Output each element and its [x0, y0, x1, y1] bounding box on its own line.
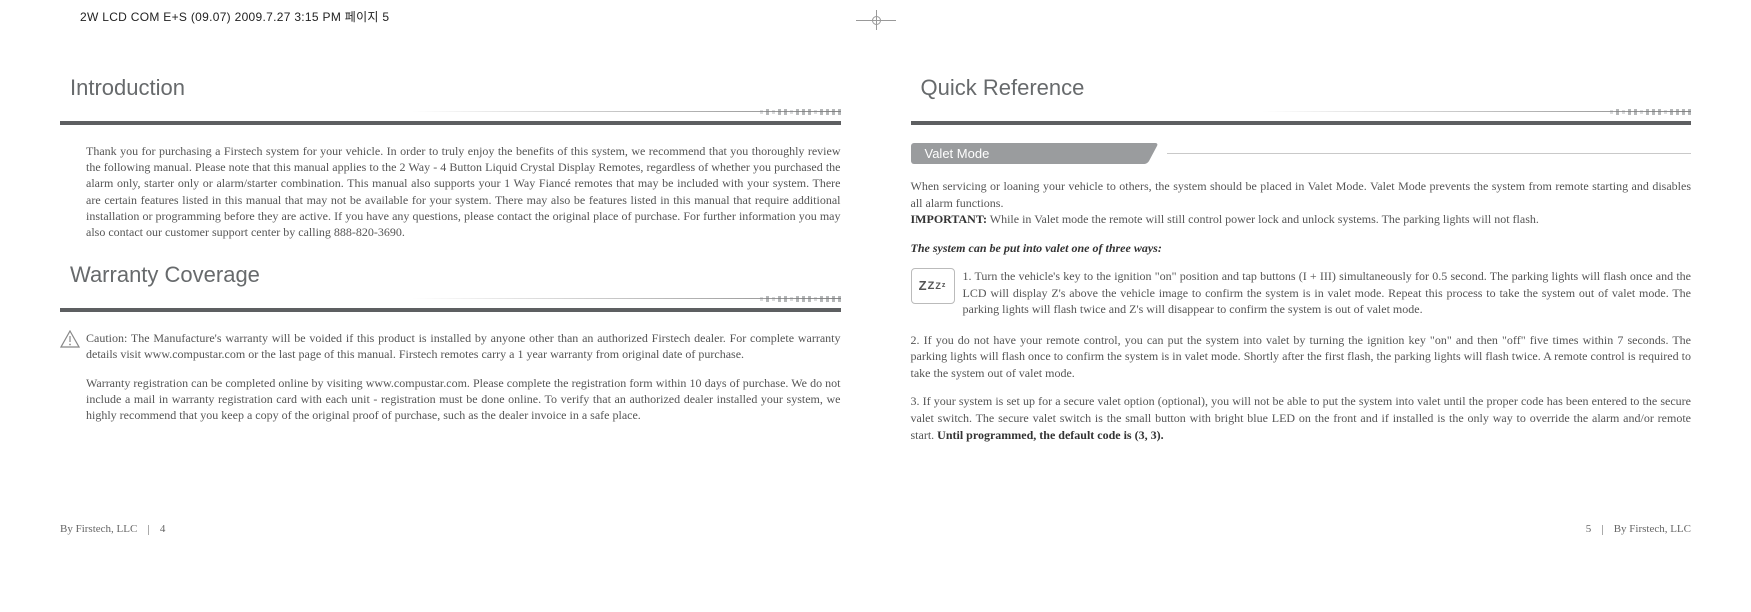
footer-company: By Firstech, LLC	[60, 523, 137, 535]
title-rule	[60, 105, 841, 119]
method-3-text: 3. If your system is set up for a secure…	[911, 393, 1692, 443]
subsection-rule	[1167, 153, 1692, 154]
method-1-text: 1. Turn the vehicle's key to the ignitio…	[963, 268, 1692, 318]
footer-page-number: 4	[160, 523, 166, 535]
page-spread: Introduction Thank you for purchasing a …	[60, 75, 1691, 455]
intro-body: Thank you for purchasing a Firstech syst…	[60, 143, 841, 240]
ways-heading: The system can be put into valet one of …	[911, 240, 1692, 257]
left-page: Introduction Thank you for purchasing a …	[60, 75, 841, 455]
thick-rule	[911, 121, 1692, 125]
zzz-icon: ZZZz	[911, 268, 955, 304]
thick-rule	[60, 308, 841, 312]
right-page: Quick Reference Valet Mode When servicin…	[911, 75, 1692, 455]
subsection-bar: Valet Mode	[911, 143, 1692, 164]
warranty-body: Warranty registration can be completed o…	[60, 375, 841, 424]
footer-page-number: 5	[1586, 523, 1592, 535]
method-2-text: 2. If you do not have your remote contro…	[911, 332, 1692, 382]
footer-left: By Firstech, LLC 4	[60, 523, 165, 535]
section-title-introduction: Introduction	[60, 75, 841, 101]
caution-text: Caution: The Manufacture's warranty will…	[86, 330, 841, 362]
print-header: 2W LCD COM E+S (09.07) 2009.7.27 3:15 PM…	[80, 8, 389, 25]
warranty-reg-paragraph: Warranty registration can be completed o…	[86, 375, 841, 424]
title-rule	[911, 105, 1692, 119]
valet-intro: When servicing or loaning your vehicle t…	[911, 178, 1692, 228]
method-1-row: ZZZz 1. Turn the vehicle's key to the ig…	[911, 268, 1692, 318]
footer-company: By Firstech, LLC	[1614, 523, 1691, 535]
caution-row: Caution: The Manufacture's warranty will…	[60, 330, 841, 362]
section-title-warranty: Warranty Coverage	[60, 262, 841, 288]
section-title-quickref: Quick Reference	[911, 75, 1692, 101]
footer-right: 5 By Firstech, LLC	[1586, 523, 1691, 535]
thick-rule	[60, 121, 841, 125]
subsection-title: Valet Mode	[925, 146, 990, 161]
intro-paragraph: Thank you for purchasing a Firstech syst…	[86, 143, 841, 240]
subsection-pill: Valet Mode	[911, 143, 1141, 164]
title-rule	[60, 292, 841, 306]
warning-icon	[60, 330, 80, 348]
quickref-body: When servicing or loaning your vehicle t…	[911, 178, 1692, 443]
crop-marks	[856, 10, 896, 30]
important-label: IMPORTANT:	[911, 212, 987, 226]
